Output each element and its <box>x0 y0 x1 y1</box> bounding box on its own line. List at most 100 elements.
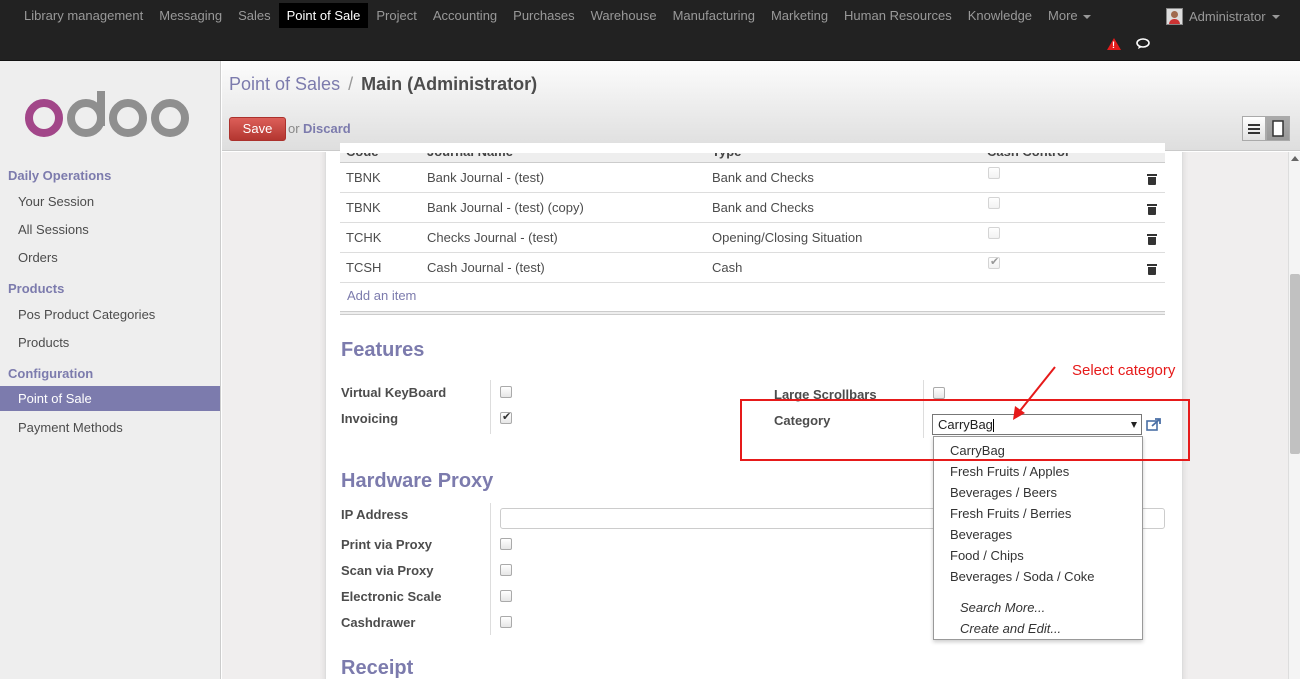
breadcrumb-parent[interactable]: Point of Sales <box>229 74 340 94</box>
section-products: Products <box>8 281 65 296</box>
view-switcher <box>1242 116 1290 141</box>
menu-project[interactable]: Project <box>368 3 424 28</box>
dropdown-option[interactable]: Beverages / Beers <box>950 485 1057 500</box>
label-print-via-proxy: Print via Proxy <box>341 537 433 552</box>
menu-sales[interactable]: Sales <box>230 3 279 28</box>
dropdown-option[interactable]: Fresh Fruits / Apples <box>950 464 1069 479</box>
menu-more[interactable]: More <box>1040 3 1099 28</box>
chat-icon[interactable] <box>1136 38 1150 50</box>
page-title: Main (Administrator) <box>361 74 538 94</box>
menu-knowledge[interactable]: Knowledge <box>960 3 1040 28</box>
cell-code: TCHK <box>346 230 382 245</box>
table-row[interactable]: TBNK Bank Journal - (test) (copy) Bank a… <box>340 193 1165 223</box>
header-mask <box>340 143 1165 153</box>
annotation-highlight-box <box>740 399 1190 461</box>
virtual-keyboard-checkbox[interactable] <box>500 386 512 398</box>
print-via-proxy-checkbox[interactable] <box>500 538 512 550</box>
form-icon <box>1272 120 1284 137</box>
or-text: or <box>288 121 300 136</box>
scan-via-proxy-checkbox[interactable] <box>500 564 512 576</box>
create-and-edit-option[interactable]: Create and Edit... <box>960 621 1061 636</box>
table-row[interactable]: TCSH Cash Journal - (test) Cash <box>340 253 1165 283</box>
user-menu[interactable]: Administrator <box>1166 8 1280 25</box>
dropdown-option[interactable]: Beverages <box>950 527 1012 542</box>
label-cashdrawer: Cashdrawer <box>341 615 416 630</box>
chevron-down-icon <box>1271 14 1280 19</box>
scroll-up-icon[interactable] <box>1291 156 1299 161</box>
table-row[interactable]: TBNK Bank Journal - (test) Bank and Chec… <box>340 163 1165 193</box>
menu-human-resources[interactable]: Human Resources <box>836 3 960 28</box>
menu-marketing[interactable]: Marketing <box>763 3 836 28</box>
sidebar-item-all-sessions[interactable]: All Sessions <box>0 217 220 242</box>
cell-type: Bank and Checks <box>712 170 814 185</box>
discard-button[interactable]: Discard <box>303 121 351 136</box>
cashdrawer-checkbox[interactable] <box>500 616 512 628</box>
menu-library-management[interactable]: Library management <box>16 3 151 28</box>
breadcrumb: Point of Sales / Main (Administrator) <box>229 74 537 95</box>
sidebar-item-payment-methods[interactable]: Payment Methods <box>0 415 220 440</box>
label-invoicing: Invoicing <box>341 411 399 426</box>
electronic-scale-checkbox[interactable] <box>500 590 512 602</box>
cell-code: TBNK <box>346 200 381 215</box>
cell-name: Bank Journal - (test) <box>427 170 545 185</box>
category-dropdown: CarryBag Fresh Fruits / Apples Beverages… <box>933 436 1143 640</box>
sidebar: Daily Operations Your Session All Sessio… <box>0 61 221 679</box>
menu-warehouse[interactable]: Warehouse <box>583 3 665 28</box>
section-daily-operations: Daily Operations <box>8 168 112 183</box>
section-title-receipt: Receipt <box>341 657 414 679</box>
trash-icon[interactable] <box>1147 203 1157 215</box>
warning-icon[interactable]: ! <box>1107 38 1121 50</box>
cell-code: TBNK <box>346 170 381 185</box>
cash-control-checkbox <box>988 167 1000 179</box>
user-name: Administrator <box>1189 9 1266 24</box>
menu-messaging[interactable]: Messaging <box>151 3 230 28</box>
menu-purchases[interactable]: Purchases <box>505 3 582 28</box>
menu-manufacturing[interactable]: Manufacturing <box>665 3 763 28</box>
section-title-features: Features <box>341 339 425 361</box>
sidebar-item-products[interactable]: Products <box>0 330 220 355</box>
invoicing-checkbox[interactable] <box>500 410 512 424</box>
trash-icon[interactable] <box>1147 173 1157 185</box>
label-virtual-keyboard: Virtual KeyBoard <box>341 385 447 400</box>
top-navbar: Library management Messaging Sales Point… <box>0 0 1300 61</box>
trash-icon[interactable] <box>1147 233 1157 245</box>
table-row[interactable]: TCHK Checks Journal - (test) Opening/Clo… <box>340 223 1165 253</box>
scrollbar-thumb[interactable] <box>1290 274 1300 454</box>
cell-name: Bank Journal - (test) (copy) <box>427 200 584 215</box>
form-header: Point of Sales / Main (Administrator) Sa… <box>222 61 1300 151</box>
dropdown-option[interactable]: Beverages / Soda / Coke <box>950 569 1095 584</box>
cell-type: Opening/Closing Situation <box>712 230 863 245</box>
sidebar-item-your-session[interactable]: Your Session <box>0 189 220 214</box>
label-scan-via-proxy: Scan via Proxy <box>341 563 434 578</box>
section-title-hardware-proxy: Hardware Proxy <box>341 470 494 492</box>
avatar <box>1166 8 1183 25</box>
trash-icon[interactable] <box>1147 263 1157 275</box>
large-scrollbars-checkbox[interactable] <box>933 387 945 399</box>
search-more-option[interactable]: Search More... <box>960 600 1045 615</box>
dropdown-option[interactable]: Fresh Fruits / Berries <box>950 506 1071 521</box>
dropdown-option[interactable]: Food / Chips <box>950 548 1024 563</box>
menu-more-label: More <box>1048 8 1078 23</box>
sidebar-item-point-of-sale[interactable]: Point of Sale <box>0 386 220 411</box>
cash-control-checkbox <box>988 227 1000 239</box>
menu-point-of-sale[interactable]: Point of Sale <box>278 3 369 28</box>
odoo-logo[interactable] <box>24 91 194 141</box>
save-button[interactable]: Save <box>229 117 286 141</box>
cell-name: Cash Journal - (test) <box>427 260 545 275</box>
annotation-text: Select category <box>1072 362 1176 379</box>
form-view-button[interactable] <box>1266 116 1290 141</box>
scrollbar[interactable] <box>1288 152 1300 679</box>
add-item-link[interactable]: Add an item <box>347 288 416 303</box>
menu-accounting[interactable]: Accounting <box>425 3 505 28</box>
annotation-arrow-icon <box>1013 366 1056 420</box>
cash-control-checkbox <box>988 255 1000 269</box>
breadcrumb-separator: / <box>348 74 354 94</box>
cell-type: Cash <box>712 260 743 275</box>
sidebar-item-pos-product-categories[interactable]: Pos Product Categories <box>0 302 220 327</box>
sidebar-item-orders[interactable]: Orders <box>0 245 220 270</box>
list-view-button[interactable] <box>1242 116 1266 141</box>
cell-code: TCSH <box>346 260 382 275</box>
label-ip-address: IP Address <box>341 507 409 522</box>
section-configuration: Configuration <box>8 366 94 381</box>
field-separator <box>490 503 491 635</box>
